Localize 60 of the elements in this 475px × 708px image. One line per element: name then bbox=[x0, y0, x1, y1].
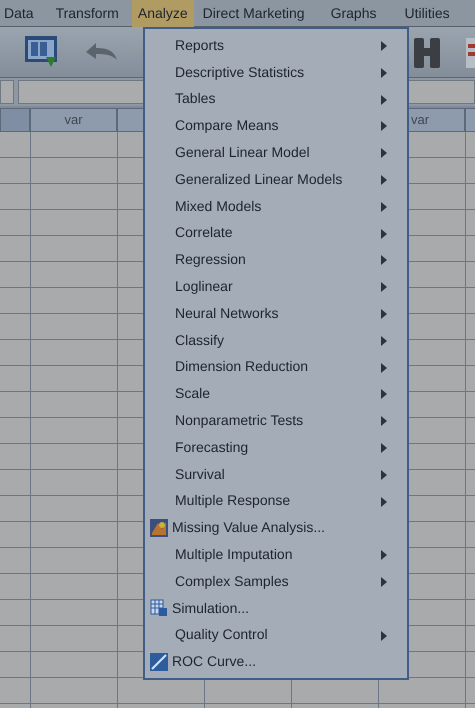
missing-value-icon bbox=[150, 518, 168, 537]
menu-item[interactable]: Forecasting bbox=[175, 438, 248, 456]
menu-item[interactable]: Quality Control bbox=[175, 626, 268, 644]
submenu-arrow-icon bbox=[381, 255, 387, 266]
menu-bar-item[interactable]: Transform bbox=[50, 0, 125, 26]
submenu-arrow-icon bbox=[381, 496, 387, 507]
menu-item[interactable]: Neural Networks bbox=[175, 304, 278, 322]
binoculars-icon[interactable] bbox=[412, 36, 442, 70]
menu-item[interactable]: Missing Value Analysis... bbox=[172, 519, 326, 536]
column-header[interactable]: var bbox=[30, 108, 117, 132]
menu-item[interactable]: Generalized Linear Models bbox=[175, 170, 342, 188]
menu-item[interactable]: Correlate bbox=[175, 224, 233, 242]
menu-item[interactable]: Loglinear bbox=[175, 278, 233, 296]
menu-bar-item[interactable]: Analyze bbox=[132, 0, 194, 26]
submenu-arrow-icon bbox=[381, 282, 387, 292]
menu-item[interactable]: Compare Means bbox=[175, 117, 278, 134]
submenu-arrow-icon bbox=[381, 442, 387, 453]
submenu-arrow-icon bbox=[381, 576, 387, 587]
submenu-arrow-icon bbox=[381, 174, 387, 185]
menu-item[interactable]: Simulation... bbox=[172, 600, 250, 617]
submenu-arrow-icon bbox=[381, 94, 387, 105]
submenu-arrow-icon bbox=[381, 550, 387, 560]
cell-reference-field[interactable] bbox=[0, 80, 14, 104]
submenu-arrow-icon bbox=[381, 148, 387, 158]
column-header[interactable] bbox=[0, 108, 30, 132]
menu-item[interactable]: Reports bbox=[175, 36, 224, 54]
submenu-arrow-icon bbox=[381, 121, 387, 132]
menu-item[interactable]: Complex Samples bbox=[175, 572, 289, 590]
submenu-arrow-icon bbox=[381, 362, 387, 373]
menu-item[interactable]: ROC Curve... bbox=[172, 653, 256, 670]
menu-item[interactable]: Mixed Models bbox=[175, 198, 262, 215]
chart-icon[interactable] bbox=[465, 36, 475, 70]
menu-bar-item[interactable]: Graphs bbox=[330, 0, 377, 26]
menu-bar-item[interactable]: Utilities bbox=[404, 0, 450, 26]
menu-item[interactable]: Tables bbox=[175, 90, 216, 108]
menu-item[interactable]: Nonparametric Tests bbox=[175, 412, 304, 430]
submenu-arrow-icon bbox=[381, 416, 387, 426]
submenu-arrow-icon bbox=[381, 68, 387, 78]
menu-item[interactable]: Regression bbox=[175, 251, 246, 268]
menu-item[interactable]: Descriptive Statistics bbox=[175, 64, 304, 81]
submenu-arrow-icon bbox=[381, 228, 387, 239]
submenu-arrow-icon bbox=[381, 630, 387, 641]
menu-item[interactable]: Classify bbox=[175, 332, 224, 349]
submenu-arrow-icon bbox=[381, 41, 387, 51]
menu-item[interactable]: Survival bbox=[175, 466, 225, 483]
submenu-arrow-icon bbox=[381, 389, 387, 400]
table-icon bbox=[150, 599, 168, 618]
submenu-arrow-icon bbox=[381, 336, 387, 346]
menu-item[interactable]: Multiple Response bbox=[175, 492, 290, 510]
menu-item[interactable]: Scale bbox=[175, 385, 210, 402]
menu-bar-item[interactable]: Data bbox=[4, 0, 34, 26]
submenu-arrow-icon bbox=[381, 202, 387, 212]
menu-item[interactable]: General Linear Model bbox=[175, 144, 310, 162]
menu-item[interactable]: Dimension Reduction bbox=[175, 358, 308, 376]
submenu-arrow-icon bbox=[381, 308, 387, 319]
menu-bar-item[interactable]: Direct Marketing bbox=[202, 0, 305, 26]
roc-curve-icon bbox=[150, 652, 168, 671]
menu-item[interactable]: Multiple Imputation bbox=[175, 546, 293, 564]
submenu-arrow-icon bbox=[381, 470, 387, 480]
data-editor-icon[interactable] bbox=[24, 35, 60, 69]
